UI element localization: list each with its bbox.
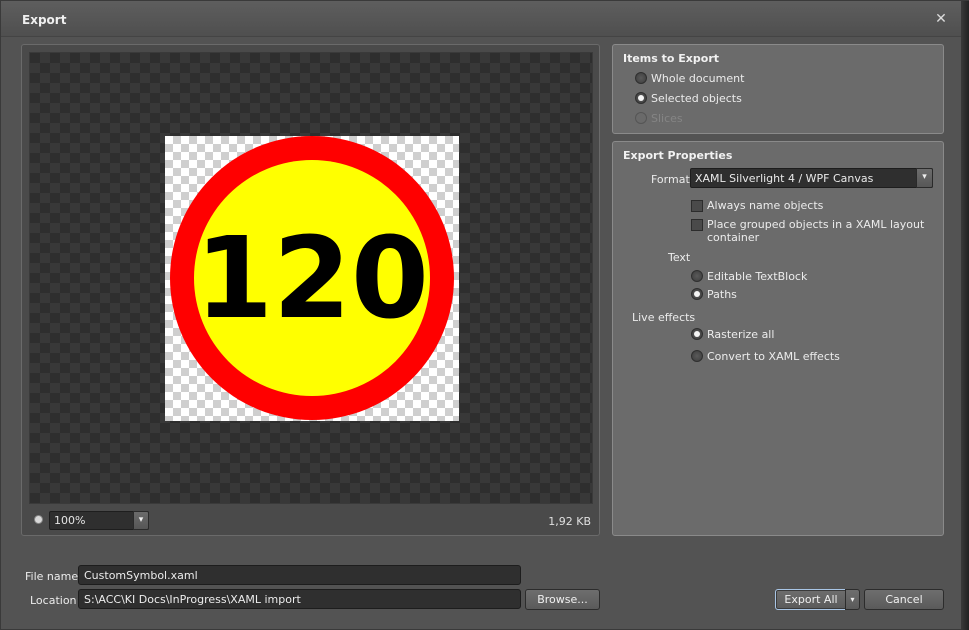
speed-limit-sign: 120	[170, 136, 454, 420]
export-dialog: Export ✕ 120 100% ▾ 1,92 KB Items to Exp…	[0, 0, 969, 630]
export-properties-panel: Export Properties Format XAML Silverligh…	[612, 141, 944, 536]
place-grouped-objects-label-line2[interactable]: container	[707, 231, 759, 244]
place-grouped-objects-label-line1[interactable]: Place grouped objects in a XAML layout	[707, 218, 924, 231]
close-icon[interactable]: ✕	[933, 11, 949, 27]
radio-convert-to-xaml-effects[interactable]	[691, 350, 703, 362]
convert-to-xaml-effects-label[interactable]: Convert to XAML effects	[707, 350, 840, 363]
radio-whole-document[interactable]	[635, 72, 647, 84]
cancel-button[interactable]: Cancel	[864, 589, 944, 610]
always-name-objects-label[interactable]: Always name objects	[707, 199, 823, 212]
items-to-export-title: Items to Export	[623, 52, 720, 65]
title-bar: Export ✕	[1, 1, 961, 37]
editable-textblock-label[interactable]: Editable TextBlock	[707, 270, 807, 283]
slices-label: Slices	[651, 112, 683, 125]
export-all-button[interactable]: Export All	[775, 589, 847, 610]
preview-canvas[interactable]: 120	[29, 52, 593, 504]
location-input[interactable]: S:\ACC\KI Docs\InProgress\XAML import	[78, 589, 521, 609]
file-name-input[interactable]: CustomSymbol.xaml	[78, 565, 521, 585]
format-select[interactable]: XAML Silverlight 4 / WPF Canvas	[690, 168, 933, 188]
browse-button[interactable]: Browse...	[525, 589, 600, 610]
preview-panel: 120 100% ▾ 1,92 KB	[21, 44, 600, 536]
radio-editable-textblock[interactable]	[691, 270, 703, 282]
chevron-down-icon[interactable]: ▾	[845, 589, 860, 610]
radio-paths[interactable]	[691, 288, 703, 300]
file-name-label: File name	[25, 570, 79, 583]
location-label: Location	[30, 594, 77, 607]
file-size-label: 1,92 KB	[548, 515, 591, 528]
background-window-edge	[961, 1, 969, 630]
paths-label[interactable]: Paths	[707, 288, 737, 301]
export-properties-title: Export Properties	[623, 149, 733, 162]
preview-artwork: 120	[165, 136, 459, 421]
format-label: Format	[651, 173, 690, 186]
sign-number: 120	[195, 214, 429, 344]
rasterize-all-label[interactable]: Rasterize all	[707, 328, 774, 341]
chevron-down-icon[interactable]: ▾	[916, 168, 933, 188]
dialog-title: Export	[22, 13, 67, 27]
chevron-down-icon[interactable]: ▾	[133, 511, 149, 530]
place-grouped-objects-checkbox[interactable]	[691, 219, 703, 231]
live-effects-section-label: Live effects	[632, 311, 696, 324]
whole-document-label[interactable]: Whole document	[651, 72, 744, 85]
radio-slices	[635, 112, 647, 124]
text-section-label: Text	[668, 251, 691, 264]
zoom-indicator-icon	[34, 515, 43, 524]
radio-rasterize-all[interactable]	[691, 328, 703, 340]
radio-selected-objects[interactable]	[635, 92, 647, 104]
items-to-export-panel: Items to Export Whole document Selected …	[612, 44, 944, 134]
selected-objects-label[interactable]: Selected objects	[651, 92, 742, 105]
always-name-objects-checkbox[interactable]	[691, 200, 703, 212]
